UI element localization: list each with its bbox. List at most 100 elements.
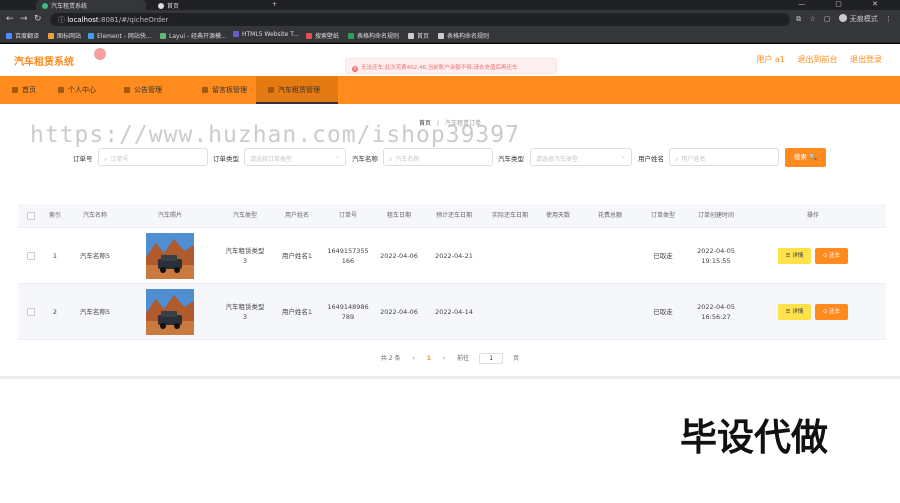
cell-user-name: 用户姓名1: [281, 308, 313, 316]
cell-created-time: 2022-04-05 19:15:55: [686, 228, 746, 284]
current-user-label: 用户 a1: [756, 55, 785, 64]
detail-button[interactable]: ☰ 详情: [778, 304, 811, 320]
extension-icon[interactable]: ▢: [824, 15, 831, 23]
order-type-label: 订单类型: [213, 155, 239, 163]
select-all-checkbox[interactable]: [27, 212, 35, 220]
user-name-label: 用户姓名: [638, 155, 664, 163]
bookmark-icon: [160, 33, 166, 39]
car-type-text: 汽车租赁类型: [225, 303, 265, 311]
menu-label: 公告管理: [134, 86, 162, 94]
created-time: 19:15:55: [701, 257, 731, 265]
pagination: 共 2 条 ‹ 1 › 前往 1 页: [0, 353, 900, 364]
search-icon: ⌕: [389, 156, 393, 163]
bookmark[interactable]: HTML5 Website T...: [233, 31, 299, 38]
overlay-corner-text: 毕设代做: [680, 416, 828, 459]
breadcrumb-home[interactable]: 首页: [419, 120, 431, 127]
url-host: localhost: [67, 16, 99, 24]
cell-rent-date: 2022-04-06: [380, 308, 418, 316]
search-button[interactable]: 搜索 🔍: [785, 148, 826, 167]
table-row[interactable]: 2 汽车名称5 汽车租赁类型 3 用户姓名1 1649148986 789 20…: [18, 284, 886, 340]
window-controls[interactable]: — ▢ ✕: [798, 0, 892, 8]
car-type-text: 汽车租赁类型: [225, 247, 265, 255]
new-tab-button[interactable]: +: [266, 0, 278, 10]
created-time: 16:56:27: [701, 313, 731, 321]
menu-item-notice[interactable]: 公告管理: [112, 76, 174, 104]
reload-icon[interactable]: ↻: [34, 14, 42, 24]
star-icon[interactable]: ☆: [809, 15, 815, 23]
cell-days: [538, 284, 578, 340]
return-car-button[interactable]: ⊙ 还车: [815, 304, 848, 320]
bookmark-icon: [48, 33, 54, 39]
incognito-icon[interactable]: [838, 14, 847, 22]
app-header: 汽车租赁系统 × 无法还车,此次花费402.46,当前账户余额不够,请去充值后再还…: [0, 44, 900, 76]
bookmark-label: 表格构命名规则: [357, 33, 400, 40]
return-car-button[interactable]: ⊙ 还车: [815, 248, 848, 264]
cell-rent-date: 2022-04-06: [380, 252, 418, 260]
car-type-label: 汽车类型: [498, 155, 524, 163]
order-no-text: 166: [341, 257, 355, 265]
cell-expected-return: 2022-04-21: [435, 252, 473, 260]
pager-goto-input[interactable]: 1: [479, 353, 504, 364]
bookmark[interactable]: Layui - 经典开源模...: [160, 31, 227, 40]
pager-unit-label: 页: [513, 355, 520, 362]
browser-toolbar-right: ⧉ ☆ ▢ 无痕模式 ⋮: [796, 14, 892, 24]
pager-current-page[interactable]: 1: [427, 355, 431, 362]
select-all-cell[interactable]: [24, 204, 38, 228]
bookmark[interactable]: 表格构命名规则: [348, 31, 399, 40]
bookmark[interactable]: 图标网站: [48, 31, 81, 40]
browser-tab-active[interactable]: 汽车租赁系统: [36, 0, 146, 10]
browser-tab[interactable]: 首页: [152, 0, 262, 10]
bookmark[interactable]: 搜索壁纸: [306, 31, 339, 40]
detail-button[interactable]: ☰ 详情: [778, 248, 811, 264]
bookmark[interactable]: 首页: [408, 31, 429, 40]
back-to-frontend-link[interactable]: 退出到前台: [797, 55, 837, 64]
bookmark[interactable]: 百度翻译: [6, 31, 39, 40]
user-name-placeholder: 用户姓名: [681, 156, 706, 163]
logout-link[interactable]: 退出登录: [850, 55, 882, 64]
bookmark-label: 百度翻译: [15, 33, 40, 40]
row-select-cell[interactable]: [24, 228, 38, 284]
column-header: 使用天数: [545, 212, 570, 219]
back-icon[interactable]: ←: [6, 14, 14, 24]
car-name-placeholder: 汽车名称: [395, 156, 420, 163]
row-select-cell[interactable]: [24, 284, 38, 340]
bookmark-icon: [438, 33, 444, 39]
car-name-input[interactable]: ⌕ 汽车名称: [383, 148, 493, 166]
cell-cost: [588, 228, 632, 284]
user-name-input[interactable]: ⌕ 用户姓名: [669, 148, 779, 166]
menu-item-profile[interactable]: 个人中心: [46, 76, 108, 104]
order-no-text: 1649148986: [327, 303, 369, 311]
pager-prev-button[interactable]: ‹: [412, 355, 414, 362]
vue-icon: [42, 3, 48, 9]
order-type-select[interactable]: 请选择订单类型 ⌄: [244, 148, 346, 166]
table-row[interactable]: 1 汽车名称5 汽车租赁类型 3 用户姓名1 1649157355 166 20…: [18, 228, 886, 284]
top-nav-menu: 首页 个人中心 公告管理 留言板管理 汽车租赁管理: [0, 76, 900, 104]
user-icon: [58, 87, 64, 93]
car-photo[interactable]: [146, 233, 194, 279]
car-icon: [268, 87, 274, 93]
order-no-input[interactable]: ⌕ 订单号: [98, 148, 208, 166]
profile-label[interactable]: 无痕模式: [850, 15, 878, 23]
url-input[interactable]: ⓘ localhost:8081/#/qicheOrder: [50, 13, 790, 26]
order-type-placeholder: 请选择订单类型: [250, 156, 293, 163]
menu-dots-icon[interactable]: ⋮: [885, 15, 892, 23]
row-checkbox[interactable]: [27, 252, 35, 260]
bookmark-icon: [408, 33, 414, 39]
forward-icon[interactable]: →: [20, 14, 28, 24]
row-checkbox[interactable]: [27, 308, 35, 316]
car-photo[interactable]: [146, 289, 194, 335]
car-type-select[interactable]: 请选择汽车类型 ⌄: [530, 148, 632, 166]
menu-label: 留言板管理: [212, 86, 247, 94]
column-header: 汽车名称: [82, 212, 107, 219]
breadcrumb-current: 汽车租赁订单: [444, 120, 481, 127]
pager-next-button[interactable]: ›: [443, 355, 445, 362]
bookmark[interactable]: Element - 网站快...: [88, 31, 152, 40]
translate-icon[interactable]: ⧉: [796, 15, 801, 23]
breadcrumb: 首页 / 汽车租赁订单: [0, 118, 900, 127]
bookmark[interactable]: 表格构命名规则: [438, 31, 489, 40]
menu-item-car-rental[interactable]: 汽车租赁管理: [256, 76, 338, 104]
bookmark-label: 图标网站: [57, 33, 82, 40]
menu-item-message[interactable]: 留言板管理: [190, 76, 259, 104]
menu-item-home[interactable]: 首页: [0, 76, 48, 104]
column-header: 订单创建时间: [697, 212, 734, 219]
